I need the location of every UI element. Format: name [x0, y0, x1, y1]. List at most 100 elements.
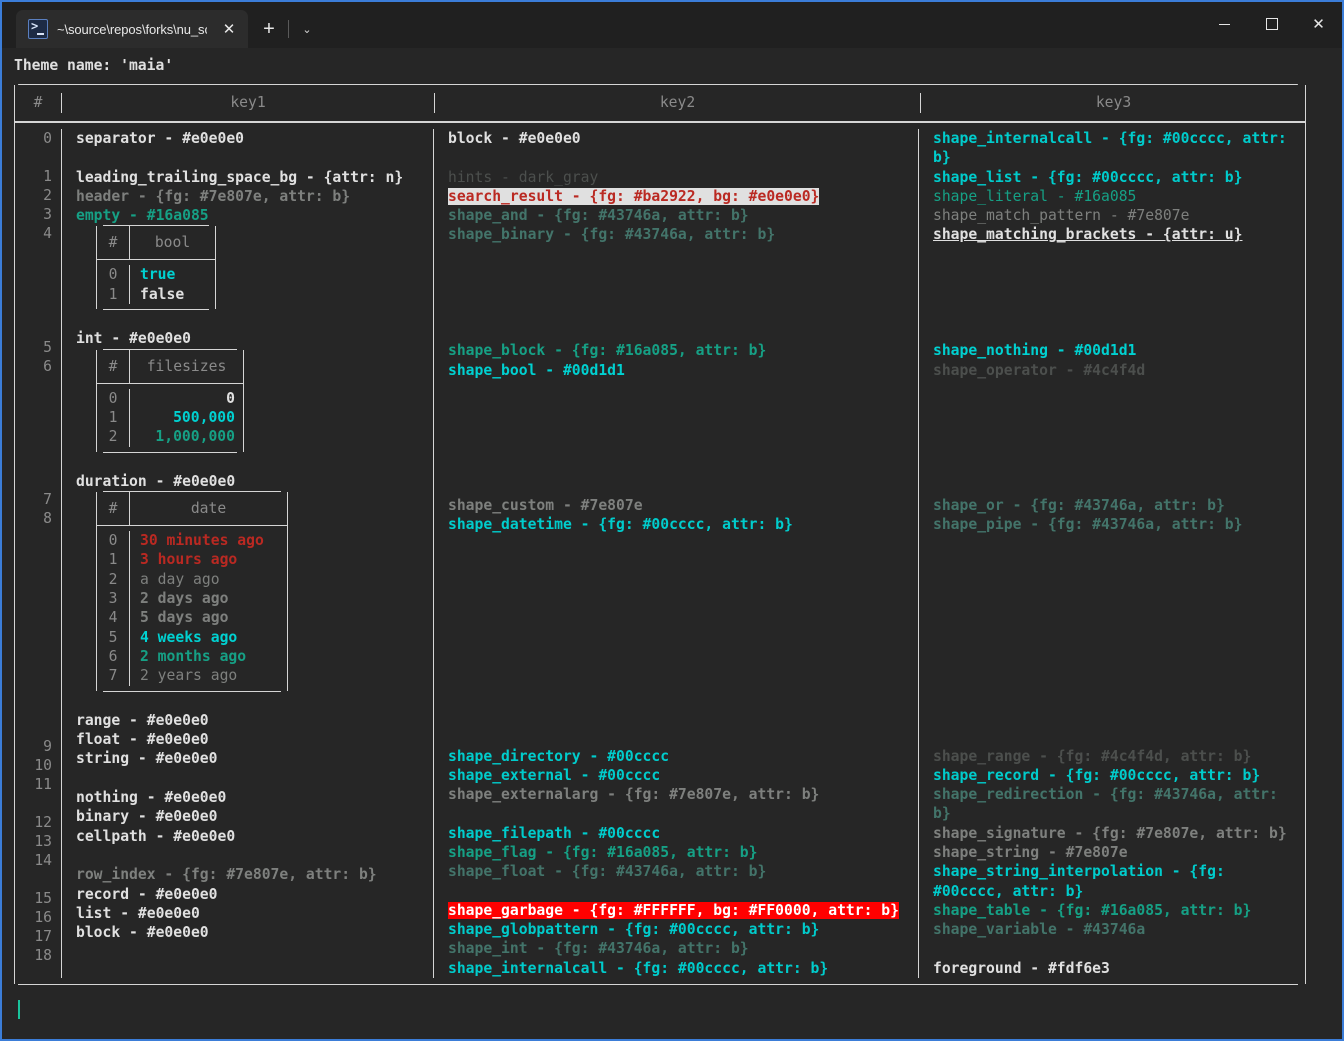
nested-row-value-cell: 0	[129, 388, 243, 408]
date-subtable: # date 0 30 minutes ago 1 3 hours ago 2 a day a…	[96, 491, 288, 692]
row-index: 2	[43, 187, 52, 204]
terminal-tab[interactable]: ~\source\repos\forks\nu_scrip ✕	[16, 10, 248, 48]
theme-entry	[448, 727, 918, 746]
theme-entry	[933, 727, 1303, 746]
nested-header-value: bool	[129, 226, 215, 260]
theme-entry: shape_externalarg - {fg: #7e807e, attr: …	[448, 785, 918, 804]
header-key2: key2	[434, 93, 920, 113]
close-icon: ✕	[1312, 15, 1325, 33]
cell-key2: block - #e0e0e0 hints - dark_gray search_…	[433, 129, 918, 979]
nested-row-value-cell: 4 weeks ago	[129, 627, 287, 647]
nested-row-value-cell: 2 years ago	[129, 666, 287, 686]
theme-entry-text: duration - #e0e0e0	[76, 472, 236, 490]
row-index: 14	[34, 852, 52, 869]
nested-row-value: 30 minutes ago	[140, 532, 264, 550]
theme-entry: foreground - #fdf6e3	[933, 959, 1303, 978]
theme-entry: shape_signature - {fg: #7e807e, attr: b}	[933, 824, 1303, 843]
close-window-button[interactable]: ✕	[1295, 2, 1342, 46]
nested-row: 7 2 years ago	[97, 666, 287, 686]
theme-entry: shape_operator - #4c4f4d	[933, 361, 1303, 380]
theme-entry	[448, 804, 918, 823]
nested-row-value-cell: 5 days ago	[129, 608, 287, 628]
row-index: 12	[34, 814, 52, 831]
nested-rows: 0 true 1 false	[97, 260, 215, 309]
tab-title: ~\source\repos\forks\nu_scrip	[57, 21, 207, 37]
nested-row-value: 5 days ago	[140, 609, 229, 627]
theme-entry: binary - #e0e0e0	[76, 807, 433, 826]
new-tab-button[interactable]: +	[252, 12, 286, 46]
theme-entry-text: shape_flag - {fg: #16a085, attr: b}	[448, 843, 758, 861]
theme-entry: shape_internalcall - {fg: #00cccc, attr:…	[448, 959, 918, 978]
theme-entry-text: shape_range - {fg: #4c4f4d, attr: b}	[933, 747, 1252, 765]
theme-entry	[933, 611, 1303, 630]
theme-entry	[933, 438, 1303, 457]
theme-entry: block - #e0e0e0	[448, 129, 918, 148]
theme-entry-text: shape_record - {fg: #00cccc, attr: b}	[933, 766, 1261, 784]
theme-entry-text: shape_operator - #4c4f4d	[933, 361, 1146, 379]
close-tab-icon[interactable]: ✕	[216, 16, 242, 42]
theme-entry: shape_matching_brackets - {attr: u}	[933, 225, 1303, 244]
theme-entry: shape_range - {fg: #4c4f4d, attr: b}	[933, 747, 1303, 766]
terminal-cursor	[18, 1000, 20, 1020]
theme-entry-text: b}	[933, 805, 951, 823]
theme-entry: search_result - {fg: #ba2922, bg: #e0e0e…	[448, 187, 918, 206]
theme-entry-text: separator - #e0e0e0	[76, 130, 245, 147]
table-header-row: # key1 key2 key3	[15, 85, 1305, 123]
theme-entry: b}	[933, 148, 1303, 167]
nested-row-value: false	[140, 285, 185, 303]
nested-row-value-cell: 2 months ago	[129, 646, 287, 667]
row-index: 5	[43, 339, 52, 356]
theme-entry-text: hints - dark_gray	[448, 168, 599, 186]
theme-entry: shape_int - {fg: #43746a, attr: b}	[448, 939, 918, 958]
nested-row-value: 2 months ago	[140, 647, 247, 665]
theme-entry-text: string - #e0e0e0	[76, 750, 218, 768]
nested-row-value-cell: 2 days ago	[129, 589, 287, 609]
nested-row-index: 6	[108, 647, 118, 665]
theme-entry-text: shape_float - {fg: #43746a, attr: b}	[448, 863, 767, 881]
nested-header-row: # date	[97, 492, 287, 527]
theme-name-line: Theme name: 'maia'	[14, 57, 174, 74]
theme-entry: shape_match_pattern - #7e807e	[933, 206, 1303, 225]
row-index: 1	[43, 168, 52, 185]
theme-entry-text: leading_trailing_space_bg - {attr: n}	[76, 168, 404, 186]
theme-entry-text: shape_internalcall - {fg: #00cccc, attr:	[933, 130, 1287, 147]
nested-row: 3 2 days ago	[97, 589, 287, 609]
theme-entry: shape_string_interpolation - {fg:	[933, 862, 1303, 881]
tab-strip: ~\source\repos\forks\nu_scrip ✕ + ⌄	[2, 2, 321, 48]
terminal-output[interactable]: Theme name: 'maia' # key1 key2 key3 0123…	[2, 48, 1342, 1039]
theme-entry-text: range - #e0e0e0	[76, 711, 209, 729]
theme-entry	[933, 380, 1303, 399]
theme-entry	[933, 534, 1303, 553]
theme-entry	[448, 611, 918, 630]
nested-row: 1 false	[97, 284, 215, 305]
nested-row-value: 2 days ago	[140, 590, 229, 608]
window-controls: ✕	[1201, 2, 1342, 46]
minimize-button[interactable]	[1201, 2, 1248, 46]
theme-entry-text: shape_literal - #16a085	[933, 187, 1137, 205]
theme-entry	[448, 399, 918, 418]
theme-entry-text: shape_match_pattern - #7e807e	[933, 207, 1190, 225]
nested-row-index: 0	[108, 532, 118, 550]
theme-entry-text: shape_directory - #00cccc	[448, 747, 670, 765]
theme-entry-text: shape_internalcall - {fg: #00cccc, attr:…	[448, 959, 829, 977]
theme-entry	[76, 769, 433, 788]
row-index: 17	[34, 928, 52, 945]
chevron-down-icon[interactable]: ⌄	[293, 12, 321, 46]
theme-table: # key1 key2 key3 0 1 2 3 4 5 6 7 8 9 10 11 12 13 14 15 1…	[14, 84, 1306, 986]
row-index: 10	[34, 757, 52, 774]
theme-entry-text: shape_signature - {fg: #7e807e, attr: b}	[933, 824, 1287, 842]
theme-entry	[448, 592, 918, 611]
nested-row-index: 5	[108, 628, 118, 646]
row-index: 7	[43, 491, 52, 508]
maximize-button[interactable]	[1248, 2, 1295, 46]
nested-row-value: 0	[226, 389, 235, 407]
theme-entry: header - {fg: #7e807e, attr: b}	[76, 187, 433, 206]
theme-entry-text: foreground - #fdf6e3	[933, 959, 1110, 977]
theme-entry-text: shape_string - #7e807e	[933, 843, 1128, 861]
theme-entry	[933, 303, 1303, 322]
row-index: 0	[43, 130, 52, 147]
theme-entry: cellpath - #e0e0e0	[76, 827, 433, 846]
nested-header-value: date	[129, 492, 287, 526]
row-index: 6	[43, 358, 52, 375]
